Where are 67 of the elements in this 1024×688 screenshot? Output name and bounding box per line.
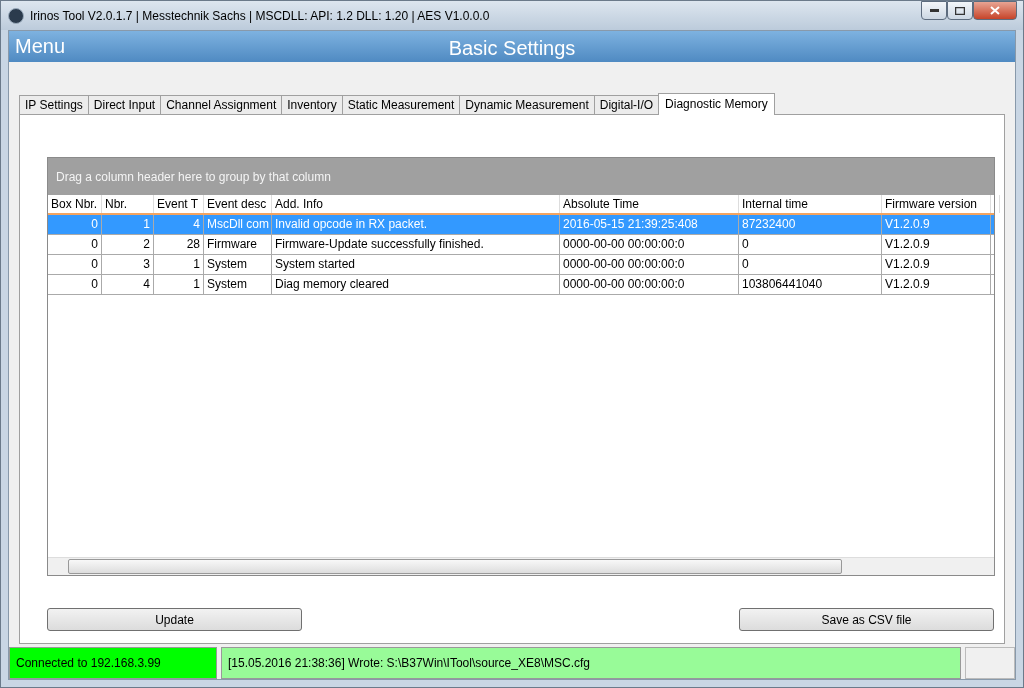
update-button[interactable]: Update (47, 608, 302, 631)
table-cell: 28 (154, 235, 204, 254)
table-cell: 4 (102, 275, 154, 294)
table-cell: 0000-00-00 00:00:00:0 (560, 255, 739, 274)
table-cell: System (204, 255, 272, 274)
save-csv-button[interactable]: Save as CSV file (739, 608, 994, 631)
table-cell: 0 (48, 255, 102, 274)
table-cell: 2016-05-15 21:39:25:408 (560, 215, 739, 234)
table-cell: 103806441040 (739, 275, 882, 294)
tab[interactable]: Digital-I/O (593, 95, 660, 115)
table-cell: 87232400 (739, 215, 882, 234)
table-cell: Diag memory cleared (272, 275, 560, 294)
table-row[interactable]: 0 3 1 System System started 0000-00-00 00:00:00:0 0 V1.2.0.9 (48, 255, 994, 275)
table-cell: Invalid opcode in RX packet. (272, 215, 560, 234)
group-hint: Drag a column header here to group by that column (56, 169, 331, 184)
table-cell: V1.2.0.9 (882, 235, 991, 254)
table-cell: V1.2.0.9 (882, 255, 991, 274)
connection-status: Connected to 192.168.3.99 (9, 647, 217, 679)
table-cell: 1 (154, 255, 204, 274)
table-cell: 0 (739, 235, 882, 254)
table-cell: 2 (102, 235, 154, 254)
column-header[interactable]: Firmware version (882, 195, 991, 213)
table-cell: 1 (154, 275, 204, 294)
maximize-button[interactable] (947, 1, 973, 20)
table-cell: 0 (48, 215, 102, 234)
minimize-icon (929, 9, 939, 12)
table-cell: 0 (48, 275, 102, 294)
minimize-button[interactable] (921, 1, 947, 20)
column-header[interactable]: Box Nbr. (48, 195, 102, 213)
tab[interactable]: Inventory (281, 95, 343, 115)
column-header[interactable]: Internal time (739, 195, 882, 213)
scrollbar-thumb[interactable] (68, 559, 842, 574)
window-title: Irinos Tool V2.0.1.7 | Messtechnik Sachs | MSCDLL: API: 1.2 DLL: 1.20 | AES V1.0.0.0 (30, 8, 491, 23)
close-icon (990, 6, 1000, 15)
tab[interactable]: Dynamic Measurement (459, 95, 595, 115)
table-cell: 0000-00-00 00:00:00:0 (560, 235, 739, 254)
table-cell: V1.2.0.9 (882, 215, 991, 234)
column-header[interactable]: Absolute Time (560, 195, 739, 213)
tab[interactable]: Channel Assignment (160, 95, 283, 115)
table-cell: 0 (48, 235, 102, 254)
close-button[interactable] (973, 1, 1017, 20)
table-row[interactable]: 0 4 1 System Diag memory cleared 0000-00-00 00:00:00:0 103806441040 V1.2.0.9 (48, 275, 994, 295)
tab[interactable]: Static Measurement (341, 95, 461, 115)
horizontal-scrollbar[interactable] (48, 557, 994, 575)
maximize-icon (955, 6, 965, 15)
column-header[interactable]: Event T (154, 195, 204, 213)
table-cell: MscDll com (204, 215, 272, 234)
column-header[interactable]: Nbr. (102, 195, 154, 213)
page-title: Basic Settings (448, 36, 576, 60)
table-row[interactable]: 0 2 28 Firmware Firmware-Update successfully finished. 0000-00-00 00:00:00:0 0 V1.2.0.9 (48, 235, 994, 255)
table-cell: 0000-00-00 00:00:00:0 (560, 275, 739, 294)
tab[interactable]: Direct Input (87, 95, 162, 115)
table-cell: 3 (102, 255, 154, 274)
table-cell: System (204, 275, 272, 294)
table-cell: 4 (154, 215, 204, 234)
status-message: [15.05.2016 21:38:36] Wrote: S:\B37Win\ITool\source_XE8\MSC.cfg (221, 647, 961, 679)
column-header[interactable]: Event desc (204, 195, 272, 213)
table-cell: Firmware (204, 235, 272, 254)
table-cell: V1.2.0.9 (882, 275, 991, 294)
table-cell: Firmware-Update successfully finished. (272, 235, 560, 254)
table-cell: 0 (739, 255, 882, 274)
tab[interactable]: Diagnostic Memory (658, 93, 775, 115)
column-header[interactable]: Add. Info (272, 195, 560, 213)
tab[interactable]: IP Settings (19, 95, 89, 115)
app-icon (8, 7, 24, 24)
table-cell: System started (272, 255, 560, 274)
table-cell: 1 (102, 215, 154, 234)
